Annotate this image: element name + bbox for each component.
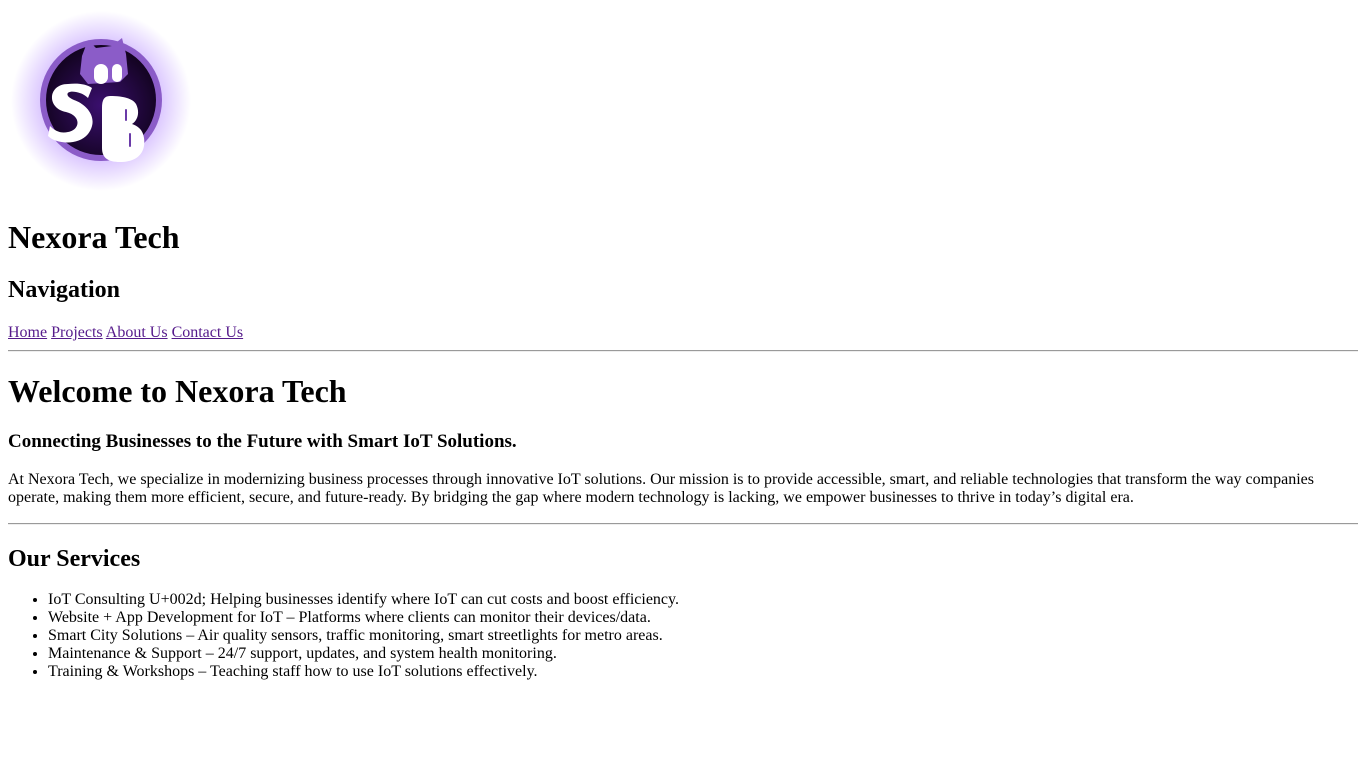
navigation-heading: Navigation [8, 277, 121, 303]
intro-paragraph: At Nexora Tech, we specialize in moderni… [8, 471, 1314, 506]
page: Nexora Tech Navigation Home Projects Abo… [0, 8, 1366, 681]
service-item-web-app-development: Website + App Development for IoT – Plat… [48, 609, 1358, 627]
services-heading: Our Services [8, 546, 141, 572]
main-navigation: Home Projects About Us Contact Us [8, 324, 1358, 342]
nav-link-contact-us[interactable]: Contact Us [172, 324, 244, 341]
service-item-training-workshops: Training & Workshops – Teaching staff ho… [48, 663, 1358, 681]
services-list: IoT Consulting U+002d; Helping businesse… [8, 591, 1358, 681]
divider [8, 523, 1358, 525]
tagline: Connecting Businesses to the Future with… [8, 431, 517, 452]
nav-link-home[interactable]: Home [8, 324, 47, 341]
service-item-smart-city: Smart City Solutions – Air quality senso… [48, 627, 1358, 645]
service-item-iot-consulting: IoT Consulting U+002d; Helping businesse… [48, 591, 1358, 609]
nav-link-about-us[interactable]: About Us [106, 324, 168, 341]
site-title: Nexora Tech [8, 219, 180, 255]
divider [8, 350, 1358, 352]
logo-image [11, 11, 191, 191]
welcome-heading: Welcome to Nexora Tech [8, 373, 347, 409]
site-logo [8, 8, 198, 198]
service-item-maintenance-support: Maintenance & Support – 24/7 support, up… [48, 645, 1358, 663]
nav-link-projects[interactable]: Projects [51, 324, 103, 341]
